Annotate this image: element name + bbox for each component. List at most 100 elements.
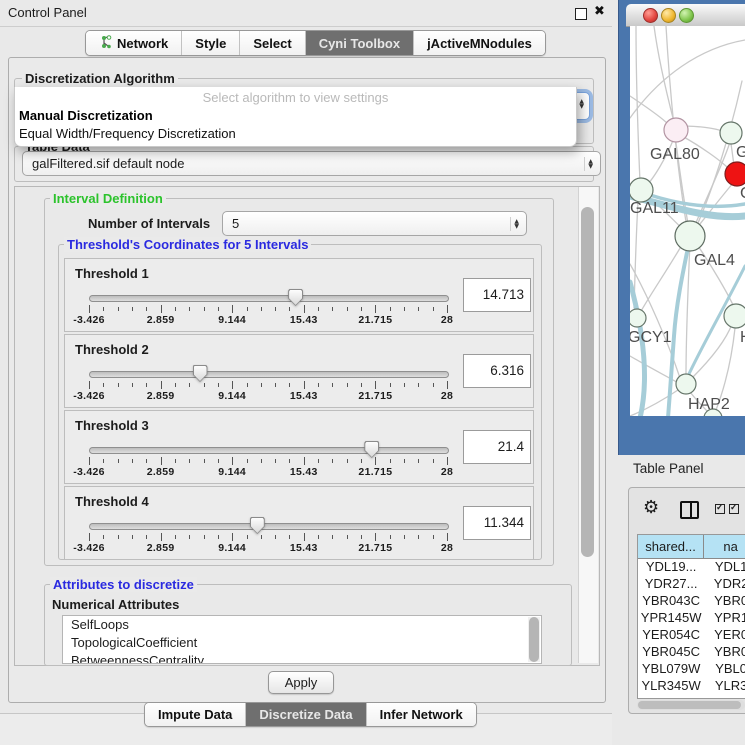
threshold-value-field[interactable]: 11.344 bbox=[463, 506, 531, 540]
cell-shared-name[interactable]: YER054C bbox=[638, 627, 704, 644]
cell-shared-name[interactable]: YBR043C bbox=[638, 593, 704, 610]
slider-tick bbox=[375, 381, 376, 389]
table-row[interactable]: YER054CYER0 bbox=[638, 627, 745, 644]
float-window-icon[interactable] bbox=[575, 8, 587, 20]
popup-option-manual-discretization[interactable]: Manual Discretization bbox=[19, 108, 153, 123]
cell-name[interactable]: YIL0 bbox=[704, 695, 745, 699]
table-row[interactable]: YBL079WYBL0 bbox=[638, 661, 745, 678]
cell-name[interactable]: YLR3 bbox=[704, 678, 745, 695]
threshold-3-box: Threshold 3 -3.4262.8599.14415.4321.7152… bbox=[64, 410, 534, 484]
network-node-gcy1[interactable] bbox=[630, 309, 646, 327]
tab-impute-data[interactable]: Impute Data bbox=[145, 703, 246, 726]
tab-cyni-toolbox[interactable]: Cyni Toolbox bbox=[306, 31, 414, 55]
close-traffic-light-icon[interactable] bbox=[643, 8, 658, 23]
table-row[interactable]: YDL19...YDL1 bbox=[638, 559, 745, 576]
select-checkbox-icon[interactable] bbox=[715, 504, 725, 514]
numerical-attributes-list[interactable]: SelfLoopsTopologicalCoefficientBetweenne… bbox=[62, 615, 542, 664]
threshold-slider-thumb[interactable] bbox=[364, 441, 379, 458]
cell-name[interactable]: YDL1 bbox=[704, 559, 745, 576]
network-node-gal4[interactable] bbox=[675, 221, 705, 251]
table-row[interactable]: YIL052CYIL0 bbox=[638, 695, 745, 699]
network-node-hap2[interactable] bbox=[676, 374, 696, 394]
cell-shared-name[interactable]: YBL079W bbox=[638, 661, 704, 678]
tab-discretize-data[interactable]: Discretize Data bbox=[246, 703, 366, 726]
slider-scale-labels: -3.4262.8599.14415.4321.71528 bbox=[89, 314, 447, 326]
column-layout-icon[interactable] bbox=[680, 501, 699, 519]
network-node-h[interactable] bbox=[724, 304, 745, 328]
network-window-titlebar[interactable] bbox=[626, 4, 745, 27]
table-row[interactable]: YDR27...YDR2 bbox=[638, 576, 745, 593]
tab-select[interactable]: Select bbox=[240, 31, 305, 55]
cell-name[interactable]: YER0 bbox=[704, 627, 745, 644]
slider-tick bbox=[390, 383, 391, 387]
network-node-gal80[interactable] bbox=[664, 118, 688, 142]
tab-jactivemnodules[interactable]: jActiveMNodules bbox=[414, 31, 545, 55]
slider-tick bbox=[318, 307, 319, 311]
table-row[interactable]: YPR145WYPR1 bbox=[638, 610, 745, 627]
network-node-c[interactable] bbox=[725, 162, 745, 186]
table-data-combobox[interactable]: galFiltered.sif default node ▲▼ bbox=[22, 151, 601, 176]
cell-name[interactable]: YDR2 bbox=[704, 576, 745, 593]
cell-shared-name[interactable]: YPR145W bbox=[638, 610, 704, 627]
number-of-intervals-label: Number of Intervals bbox=[88, 216, 210, 231]
slider-tick bbox=[418, 383, 419, 387]
attribute-item[interactable]: SelfLoops bbox=[63, 616, 541, 634]
column-header-name[interactable]: na bbox=[704, 535, 745, 558]
cell-shared-name[interactable]: YBR045C bbox=[638, 644, 704, 661]
slider-tick bbox=[418, 307, 419, 311]
cell-name[interactable]: YBL0 bbox=[704, 661, 745, 678]
vertical-scrollbar[interactable] bbox=[578, 187, 598, 663]
cell-shared-name[interactable]: YDL19... bbox=[638, 559, 704, 576]
column-header-shared-name[interactable]: shared... bbox=[638, 535, 704, 558]
threshold-value-field[interactable]: 14.713 bbox=[463, 278, 531, 312]
slider-tick bbox=[418, 535, 419, 539]
vertical-scrollbar-thumb[interactable] bbox=[581, 207, 594, 557]
gear-icon[interactable]: ⚙ bbox=[643, 497, 659, 518]
cell-name[interactable]: YBR0 bbox=[704, 644, 745, 661]
slider-scale-label: 2.859 bbox=[147, 314, 175, 326]
table-row[interactable]: YBR043CYBR0 bbox=[638, 593, 745, 610]
slider-scale-label: 28 bbox=[441, 390, 453, 402]
threshold-slider-thumb[interactable] bbox=[288, 289, 303, 306]
list-scrollbar[interactable] bbox=[528, 617, 540, 662]
tab-network[interactable]: Network bbox=[86, 31, 182, 55]
cell-shared-name[interactable]: YDR27... bbox=[638, 576, 704, 593]
network-canvas[interactable]: GAL80GACGAL11GAL4GCY1HHAP2 bbox=[630, 26, 745, 416]
control-panel: Control Panel ✖ NetworkStyleSelectCyni T… bbox=[0, 0, 612, 745]
close-icon[interactable]: ✖ bbox=[594, 4, 605, 19]
tab-style[interactable]: Style bbox=[182, 31, 240, 55]
threshold-value-field[interactable]: 21.4 bbox=[463, 430, 531, 464]
threshold-slider-thumb[interactable] bbox=[250, 517, 265, 534]
horizontal-scrollbar[interactable] bbox=[637, 700, 745, 710]
select-checkbox-icon[interactable] bbox=[729, 504, 739, 514]
popup-option-equal-width-frequency[interactable]: Equal Width/Frequency Discretization bbox=[19, 126, 236, 141]
table-row[interactable]: YBR045CYBR0 bbox=[638, 644, 745, 661]
minimize-traffic-light-icon[interactable] bbox=[661, 8, 676, 23]
apply-button[interactable]: Apply bbox=[268, 671, 334, 694]
threshold-slider-track[interactable] bbox=[89, 523, 449, 530]
slider-tick bbox=[404, 383, 405, 387]
slider-scale-label: 21.715 bbox=[358, 542, 392, 554]
tab-infer-network[interactable]: Infer Network bbox=[367, 703, 476, 726]
threshold-slider-track[interactable] bbox=[89, 295, 449, 302]
threshold-value-field[interactable]: 6.316 bbox=[463, 354, 531, 388]
network-node-ga[interactable] bbox=[720, 122, 742, 144]
threshold-slider-thumb[interactable] bbox=[193, 365, 208, 382]
attribute-item[interactable]: TopologicalCoefficient bbox=[63, 634, 541, 652]
horizontal-scrollbar-thumb[interactable] bbox=[638, 701, 741, 709]
attribute-item[interactable]: BetweennessCentrality bbox=[63, 652, 541, 664]
cell-shared-name[interactable]: YIL052C bbox=[638, 695, 704, 699]
slider-tick bbox=[218, 535, 219, 539]
threshold-slider-track[interactable] bbox=[89, 371, 449, 378]
slider-tick bbox=[175, 459, 176, 463]
threshold-slider-track[interactable] bbox=[89, 447, 449, 454]
zoom-traffic-light-icon[interactable] bbox=[679, 8, 694, 23]
tab-label: Infer Network bbox=[380, 707, 463, 722]
network-node-gal11[interactable] bbox=[630, 178, 653, 202]
cell-name[interactable]: YBR0 bbox=[704, 593, 745, 610]
slider-tick bbox=[332, 535, 333, 539]
cell-shared-name[interactable]: YLR345W bbox=[638, 678, 704, 695]
table-row[interactable]: YLR345WYLR3 bbox=[638, 678, 745, 695]
cell-name[interactable]: YPR1 bbox=[704, 610, 745, 627]
number-of-intervals-combobox[interactable]: 5 ▲▼ bbox=[222, 211, 527, 236]
